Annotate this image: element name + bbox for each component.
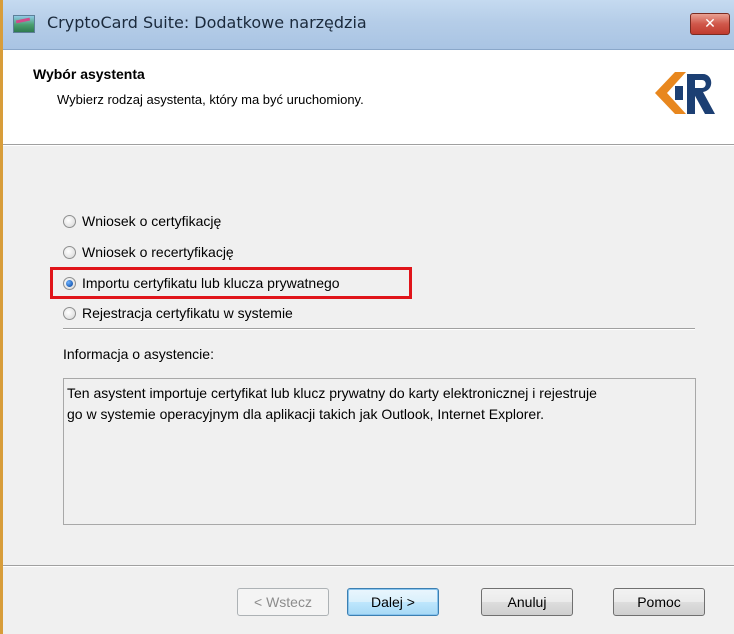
radio-button[interactable] [63, 214, 76, 228]
radio-label: Wniosek o certyfikację [82, 213, 222, 229]
radio-label: Rejestracja certyfikatu w systemie [82, 305, 293, 321]
info-text-line: Ten asystent importuje certyfikat lub kl… [67, 385, 597, 401]
footer-divider [3, 565, 734, 567]
divider [63, 328, 695, 330]
selection-highlight-box [50, 267, 412, 299]
wizard-window: CryptoCard Suite: Dodatkowe narzędzia ✕ … [0, 0, 734, 634]
logo-r [687, 74, 715, 114]
cancel-button[interactable]: Anuluj [481, 588, 573, 616]
close-icon: ✕ [704, 16, 716, 32]
radio-button[interactable] [63, 245, 76, 259]
header-subtitle: Wybierz rodzaj asystenta, który ma być u… [57, 92, 364, 107]
close-button[interactable]: ✕ [690, 13, 730, 35]
help-button[interactable]: Pomoc [613, 588, 705, 616]
back-button[interactable]: < Wstecz [237, 588, 329, 616]
radio-label: Wniosek o recertyfikację [82, 244, 234, 260]
radio-option-wniosek-certyfikacja[interactable]: Wniosek o certyfikację [63, 210, 221, 232]
info-label: Informacja o asystencie: [63, 346, 214, 362]
wizard-header: Wybór asystenta Wybierz rodzaj asystenta… [3, 50, 734, 145]
info-text-line: go w systemie operacyjnym dla aplikacji … [67, 406, 544, 422]
radio-option-wniosek-recertyfikacja[interactable]: Wniosek o recertyfikację [63, 241, 234, 263]
next-button[interactable]: Dalej > [347, 588, 439, 616]
radio-button[interactable] [63, 306, 76, 320]
kir-logo-icon [655, 72, 715, 114]
header-title: Wybór asystenta [33, 66, 145, 82]
window-title: CryptoCard Suite: Dodatkowe narzędzia [47, 13, 367, 32]
info-text-box[interactable]: Ten asystent importuje certyfikat lub kl… [63, 378, 696, 525]
logo-k-stem [675, 86, 683, 100]
radio-option-rejestracja[interactable]: Rejestracja certyfikatu w systemie [63, 302, 293, 324]
app-icon [13, 15, 35, 33]
title-bar[interactable]: CryptoCard Suite: Dodatkowe narzędzia ✕ [3, 0, 734, 50]
